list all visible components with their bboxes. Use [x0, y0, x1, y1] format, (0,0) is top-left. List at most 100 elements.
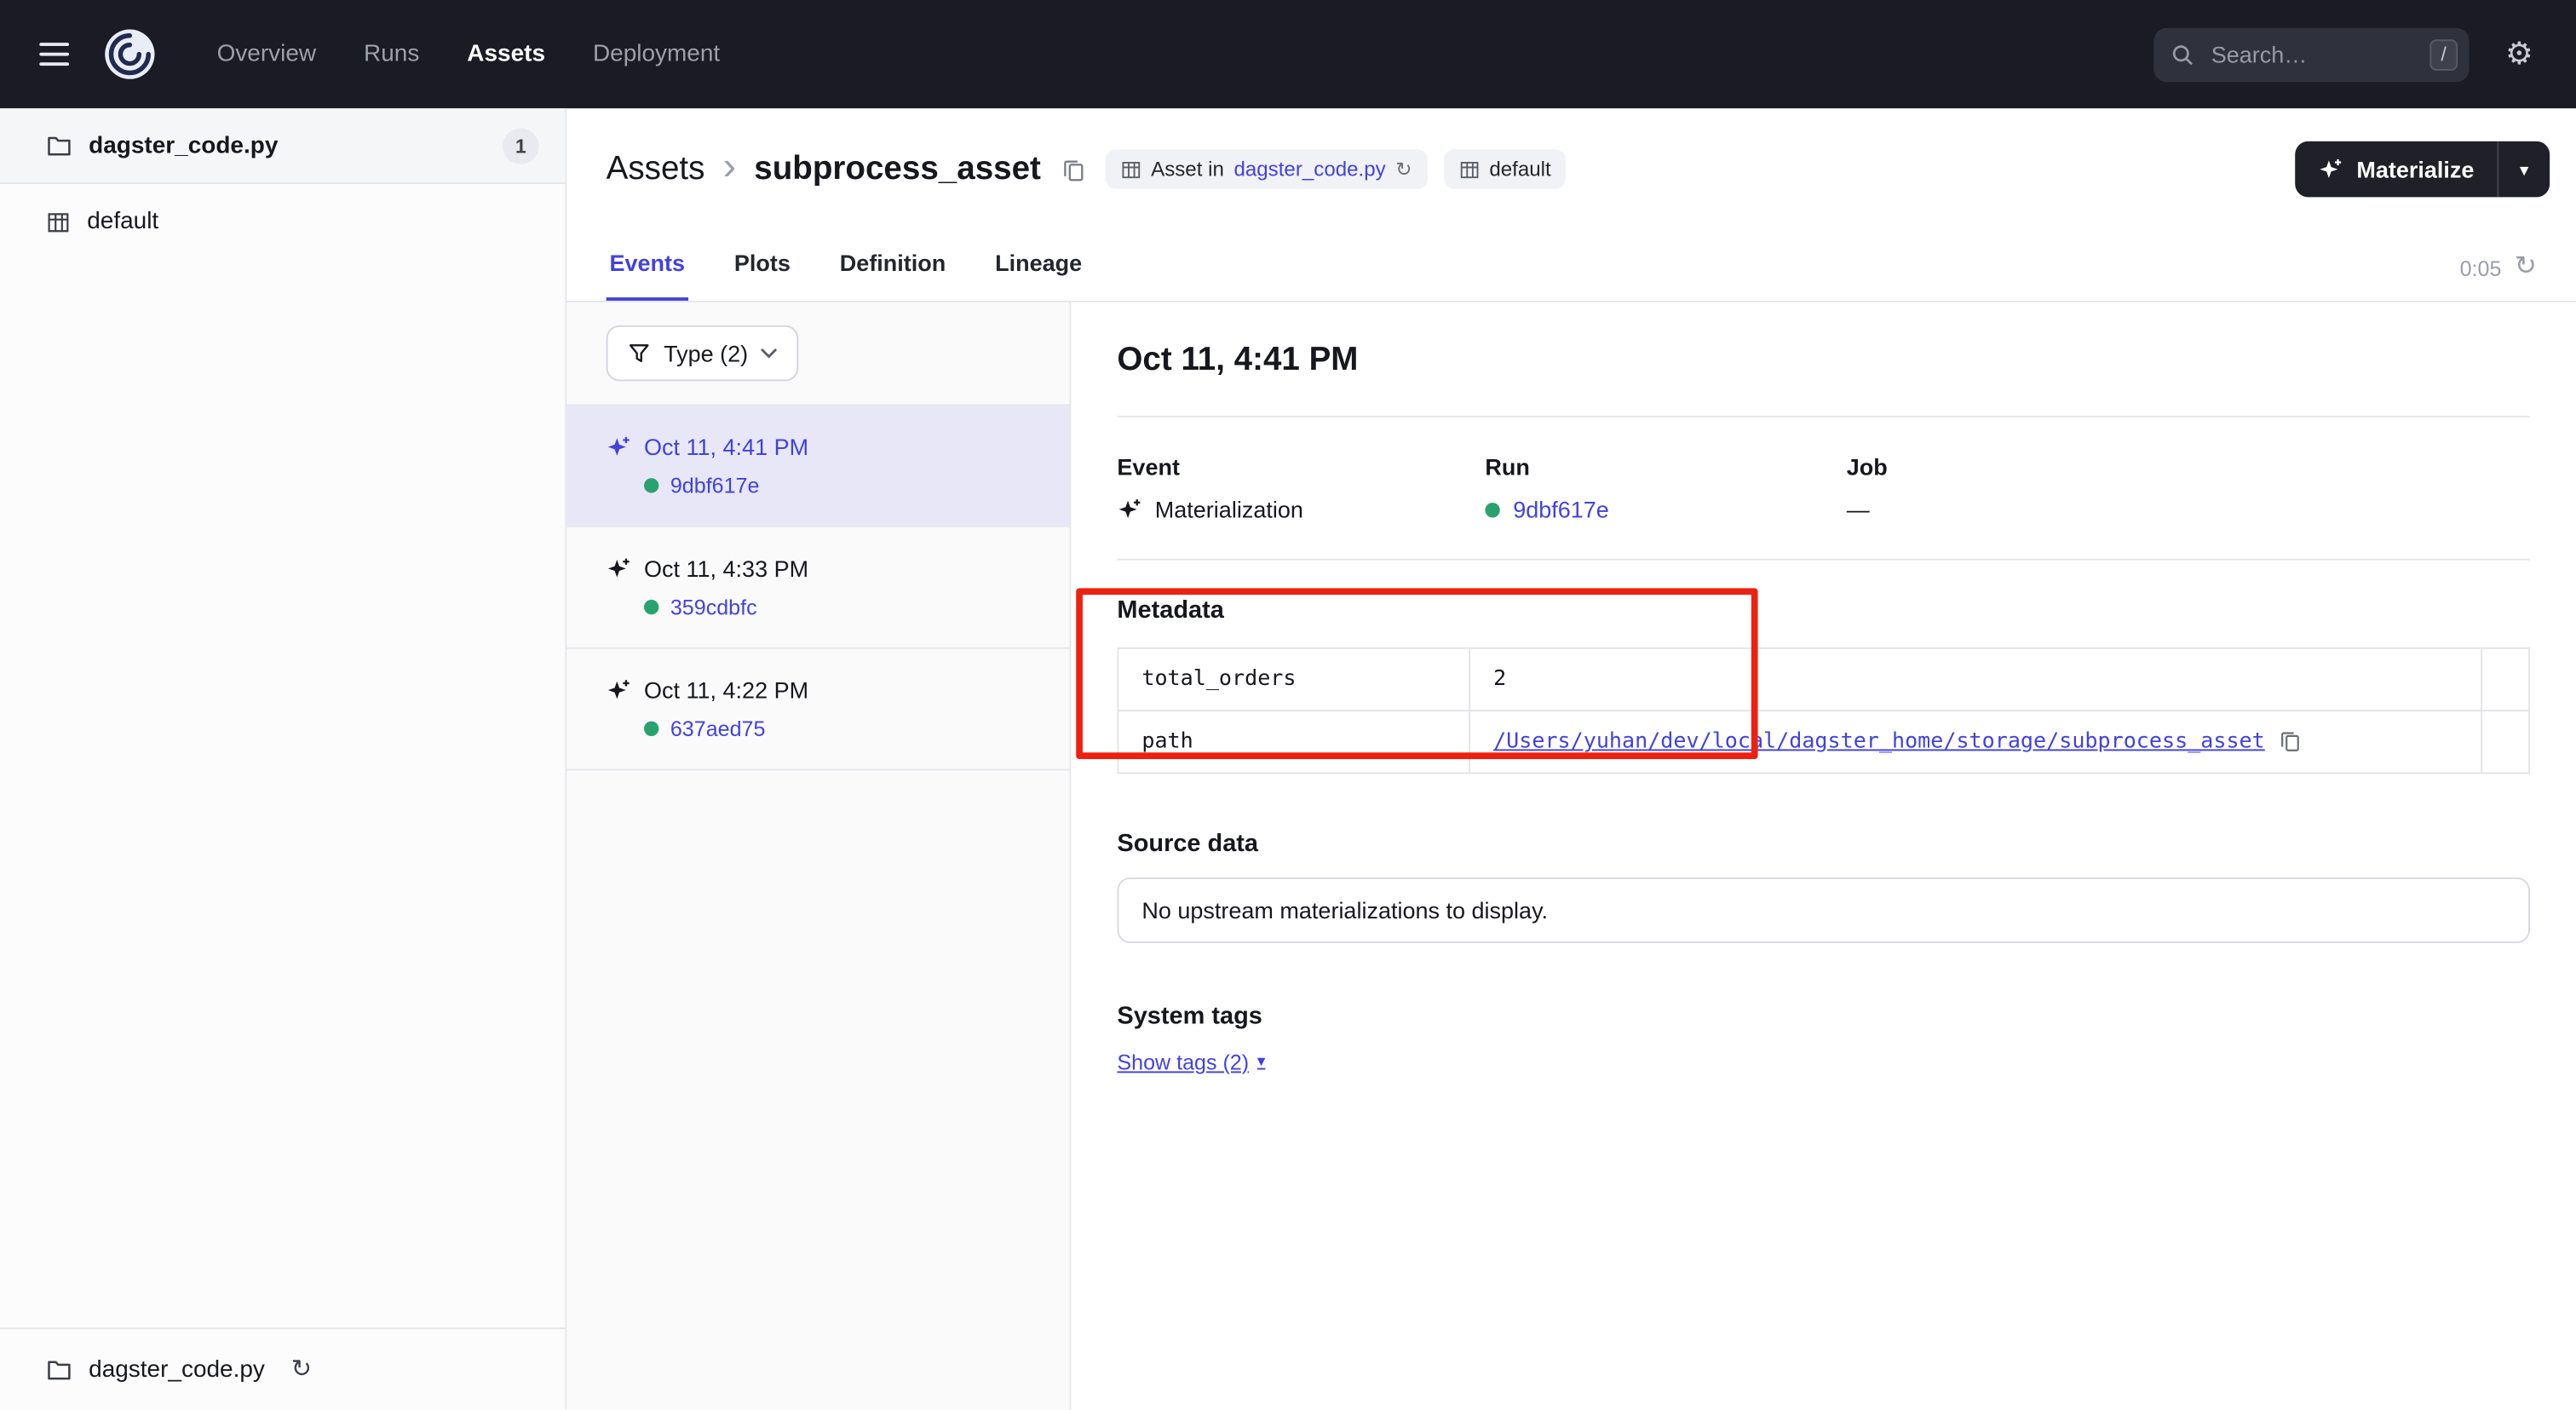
- materialization-sparkle-icon: [607, 556, 631, 581]
- metadata-value: 2: [1469, 648, 2481, 711]
- copy-path-icon[interactable]: [2278, 729, 2301, 752]
- source-data-heading: Source data: [1117, 830, 2530, 858]
- source-data-empty-state: No upstream materializations to display.: [1117, 878, 2530, 943]
- materialization-sparkle-icon: [607, 435, 631, 459]
- copy-asset-name-icon[interactable]: [1057, 153, 1089, 185]
- metadata-heading: Metadata: [1117, 596, 2530, 624]
- metadata-table: total_orders 2 path /Users/yuhan/dev/loc…: [1117, 647, 2530, 774]
- asset-chip-code-location-link[interactable]: dagster_code.py: [1233, 158, 1385, 181]
- refresh-icon[interactable]: ↻: [2515, 255, 2537, 281]
- job-column: Job —: [1847, 453, 2215, 522]
- divider: [1117, 416, 2530, 417]
- metadata-actions-cell: [2481, 648, 2529, 711]
- code-location-label: dagster_code.py: [89, 132, 278, 158]
- folder-icon: [46, 1356, 72, 1383]
- run-id-link[interactable]: 9dbf617e: [670, 473, 760, 498]
- filter-label: Type (2): [664, 340, 748, 366]
- reload-code-location-icon[interactable]: ↻: [281, 1355, 321, 1384]
- breadcrumb-chevron-icon: ›: [723, 147, 736, 187]
- menu-icon[interactable]: [33, 30, 76, 79]
- metadata-actions-cell: [2481, 711, 2529, 773]
- asset-group-icon: [1458, 158, 1480, 180]
- event-type-value: Materialization: [1155, 496, 1303, 522]
- footer-code-location-label: dagster_code.py: [89, 1356, 265, 1383]
- metadata-key: total_orders: [1118, 648, 1469, 711]
- tab-events[interactable]: Events: [607, 250, 688, 301]
- job-column-label: Job: [1847, 453, 2215, 480]
- tab-plots[interactable]: Plots: [731, 250, 794, 301]
- tabs-row: Events Plots Definition Lineage 0:05 ↻: [566, 230, 2576, 302]
- job-table-icon: [1119, 158, 1141, 180]
- group-label: default: [87, 209, 158, 235]
- nav-assets[interactable]: Assets: [457, 34, 555, 73]
- materialize-split-button: Materialize ▾: [2296, 141, 2550, 198]
- group-chip-label: default: [1489, 158, 1550, 181]
- run-column-label: Run: [1485, 453, 1846, 480]
- materialization-sparkle-icon: [607, 678, 631, 703]
- asset-group-icon: [46, 210, 71, 234]
- tab-lineage[interactable]: Lineage: [992, 250, 1085, 301]
- refresh-countdown: 0:05: [2460, 256, 2502, 280]
- asset-count-badge: 1: [503, 127, 538, 163]
- type-filter-button[interactable]: Type (2): [607, 325, 799, 382]
- search-input[interactable]: [2208, 39, 2417, 69]
- event-list-item[interactable]: Oct 11, 4:22 PM 637aed75: [566, 647, 1069, 771]
- sidebar-item-group-default[interactable]: default: [0, 184, 565, 260]
- show-tags-toggle[interactable]: Show tags (2) ▾: [1117, 1050, 1265, 1074]
- show-tags-label: Show tags (2): [1117, 1050, 1249, 1074]
- event-time: Oct 11, 4:41 PM: [644, 434, 808, 460]
- materialization-sparkle-icon: [1117, 497, 1141, 521]
- system-tags-heading: System tags: [1117, 1002, 2530, 1030]
- metadata-key: path: [1118, 711, 1469, 773]
- event-column-label: Event: [1117, 453, 1485, 480]
- run-status-dot: [644, 478, 658, 492]
- table-row: path /Users/yuhan/dev/local/dagster_home…: [1118, 711, 2529, 773]
- metadata-value: /Users/yuhan/dev/local/dagster_home/stor…: [1469, 711, 2481, 773]
- events-content: Type (2) Oct 11, 4:41 PM: [566, 302, 2576, 1410]
- run-status-dot: [644, 600, 658, 614]
- event-detail-title: Oct 11, 4:41 PM: [1117, 342, 2530, 379]
- asset-chip-prefix: Asset in: [1151, 158, 1224, 181]
- event-list-item[interactable]: Oct 11, 4:41 PM 9dbf617e: [566, 404, 1069, 526]
- sidebar-footer-code-location[interactable]: dagster_code.py ↻: [0, 1327, 565, 1409]
- search-box[interactable]: /: [2153, 27, 2469, 82]
- refresh-status: 0:05 ↻: [2460, 255, 2537, 301]
- event-time: Oct 11, 4:22 PM: [644, 677, 808, 704]
- path-link[interactable]: /Users/yuhan/dev/local/dagster_home/stor…: [1493, 729, 2265, 754]
- nav-right: / ⚙: [2153, 27, 2543, 82]
- asset-location-chip[interactable]: Asset in dagster_code.py ↻: [1105, 149, 1427, 188]
- asset-tabs: Events Plots Definition Lineage: [607, 230, 1085, 301]
- main-panel: Assets › subprocess_asset Asset in dagst…: [566, 108, 2576, 1409]
- app-window: Overview Runs Assets Deployment / ⚙ dags…: [0, 0, 2576, 1410]
- chip-reload-icon[interactable]: ↻: [1395, 159, 1412, 179]
- event-detail-panel: Oct 11, 4:41 PM Event Materialization: [1071, 302, 2576, 1410]
- table-row: total_orders 2: [1118, 648, 2529, 711]
- nav-runs[interactable]: Runs: [354, 34, 428, 73]
- event-list-panel: Type (2) Oct 11, 4:41 PM: [566, 302, 1071, 1410]
- sidebar-item-code-location[interactable]: dagster_code.py 1: [0, 108, 565, 184]
- run-id-link[interactable]: 9dbf617e: [1513, 496, 1609, 522]
- settings-gear-icon[interactable]: ⚙: [2495, 37, 2543, 71]
- nav-overview[interactable]: Overview: [207, 34, 326, 73]
- event-list-item[interactable]: Oct 11, 4:33 PM 359cdbfc: [566, 526, 1069, 647]
- group-chip[interactable]: default: [1443, 149, 1566, 188]
- page-title: subprocess_asset: [754, 150, 1041, 187]
- materialize-label: Materialize: [2356, 156, 2474, 182]
- sidebar: dagster_code.py 1 default dagster_code.p…: [0, 108, 566, 1409]
- materialize-dropdown-caret[interactable]: ▾: [2497, 141, 2550, 198]
- chevron-down-icon: [762, 348, 778, 359]
- dagster-logo[interactable]: [102, 26, 158, 83]
- folder-icon: [46, 132, 72, 158]
- run-id-link[interactable]: 359cdbfc: [670, 595, 757, 619]
- tab-definition[interactable]: Definition: [837, 250, 949, 301]
- primary-nav: Overview Runs Assets Deployment: [207, 34, 730, 73]
- dagster-logo-icon: [102, 26, 158, 83]
- event-time: Oct 11, 4:33 PM: [644, 555, 808, 582]
- nav-deployment[interactable]: Deployment: [583, 34, 729, 73]
- materialization-sparkle-icon: [2319, 157, 2343, 181]
- run-id-link[interactable]: 637aed75: [670, 717, 766, 741]
- divider: [1117, 559, 2530, 561]
- breadcrumb-assets-link[interactable]: Assets: [607, 150, 705, 187]
- materialize-button[interactable]: Materialize: [2296, 141, 2497, 198]
- page-header: Assets › subprocess_asset Asset in dagst…: [566, 108, 2576, 230]
